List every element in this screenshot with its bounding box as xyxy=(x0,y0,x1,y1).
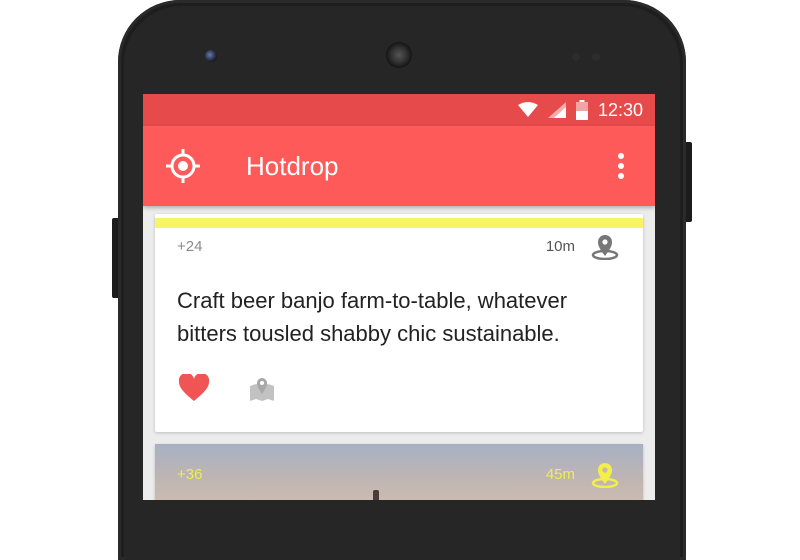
drop-card[interactable]: +36 45m xyxy=(155,444,643,500)
location-pin-icon[interactable] xyxy=(591,234,619,260)
map-icon[interactable] xyxy=(249,374,275,402)
vote-count: +36 xyxy=(177,466,203,483)
app-bar: Hotdrop xyxy=(143,126,655,206)
post-time: 45m xyxy=(545,466,575,483)
location-pin-icon[interactable] xyxy=(591,462,619,488)
front-camera xyxy=(205,50,217,62)
status-time: 12:30 xyxy=(597,99,643,120)
wifi-icon xyxy=(517,102,538,117)
battery-icon xyxy=(575,100,588,120)
card-color-stripe xyxy=(155,218,643,228)
proximity-sensor xyxy=(572,53,580,61)
app-title: Hotdrop xyxy=(246,151,339,181)
drop-card[interactable]: +24 10m Craft beer banjo farm-to-table, … xyxy=(155,214,643,432)
earpiece-speaker xyxy=(386,42,412,68)
photo-figure xyxy=(373,490,379,500)
light-sensor xyxy=(592,53,600,61)
status-bar: 12:30 xyxy=(143,94,655,126)
vote-count: +24 xyxy=(177,238,203,255)
signal-icon xyxy=(547,102,566,118)
more-vert-icon[interactable] xyxy=(613,152,629,180)
target-icon[interactable] xyxy=(165,148,201,184)
heart-icon[interactable] xyxy=(179,374,209,402)
post-time: 10m xyxy=(545,238,575,255)
drop-text: Craft beer banjo farm-to-table, whatever… xyxy=(177,288,568,346)
phone-screen: 12:30 Hotdrop +24 10m Craft beer banjo f… xyxy=(143,94,655,500)
